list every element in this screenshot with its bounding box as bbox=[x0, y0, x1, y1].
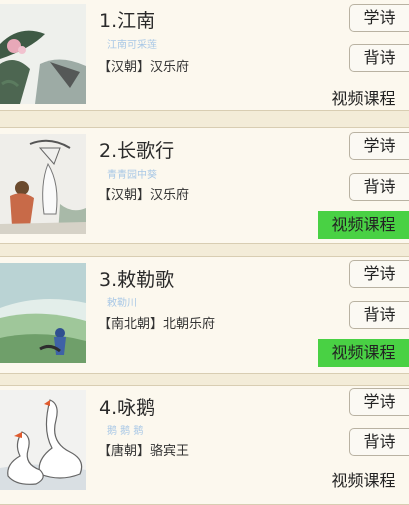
dynasty-author: 【汉朝】汉乐府 bbox=[98, 188, 190, 203]
figures-painting bbox=[0, 134, 86, 234]
video-course-button[interactable]: 视频课程 bbox=[318, 85, 409, 113]
poem-title: 4.咏鹅 bbox=[99, 397, 156, 419]
recite-poem-button[interactable]: 背诗 bbox=[349, 301, 409, 329]
poem-title: 2.长歌行 bbox=[99, 140, 175, 162]
learn-poem-button[interactable]: 学诗 bbox=[349, 4, 409, 32]
grassland-painting bbox=[0, 263, 86, 363]
recite-poem-button[interactable]: 背诗 bbox=[349, 44, 409, 72]
poem-title: 1.江南 bbox=[99, 10, 156, 32]
poem-first-line: 青青园中葵 bbox=[107, 170, 157, 181]
poem-first-line: 鹅 鹅 鹅 bbox=[107, 426, 144, 437]
geese-painting bbox=[0, 390, 86, 490]
video-course-button[interactable]: 视频课程 bbox=[318, 211, 409, 239]
poem-card[interactable]: 4.咏鹅 鹅 鹅 鹅 【唐朝】骆宾王 学诗 背诗 视频课程 bbox=[0, 385, 409, 505]
recite-poem-button[interactable]: 背诗 bbox=[349, 173, 409, 201]
poem-card[interactable]: 2.长歌行 青青园中葵 【汉朝】汉乐府 学诗 背诗 视频课程 bbox=[0, 127, 409, 244]
video-course-button[interactable]: 视频课程 bbox=[318, 467, 409, 495]
dynasty-author: 【汉朝】汉乐府 bbox=[98, 60, 190, 75]
poem-title: 3.敕勒歌 bbox=[99, 269, 175, 291]
video-course-button[interactable]: 视频课程 bbox=[318, 339, 409, 367]
learn-poem-button[interactable]: 学诗 bbox=[349, 388, 409, 416]
dynasty-author: 【唐朝】骆宾王 bbox=[98, 444, 190, 459]
learn-poem-button[interactable]: 学诗 bbox=[349, 132, 409, 160]
learn-poem-button[interactable]: 学诗 bbox=[349, 260, 409, 288]
poem-card[interactable]: 1.江南 江南可采莲 【汉朝】汉乐府 学诗 背诗 视频课程 bbox=[0, 0, 409, 111]
poem-card[interactable]: 3.敕勒歌 敕勒川 【南北朝】北朝乐府 学诗 背诗 视频课程 bbox=[0, 256, 409, 374]
poem-first-line: 敕勒川 bbox=[107, 298, 137, 309]
lotus-painting bbox=[0, 4, 86, 104]
dynasty-author: 【南北朝】北朝乐府 bbox=[98, 317, 216, 332]
poem-first-line: 江南可采莲 bbox=[107, 40, 157, 51]
recite-poem-button[interactable]: 背诗 bbox=[349, 428, 409, 456]
